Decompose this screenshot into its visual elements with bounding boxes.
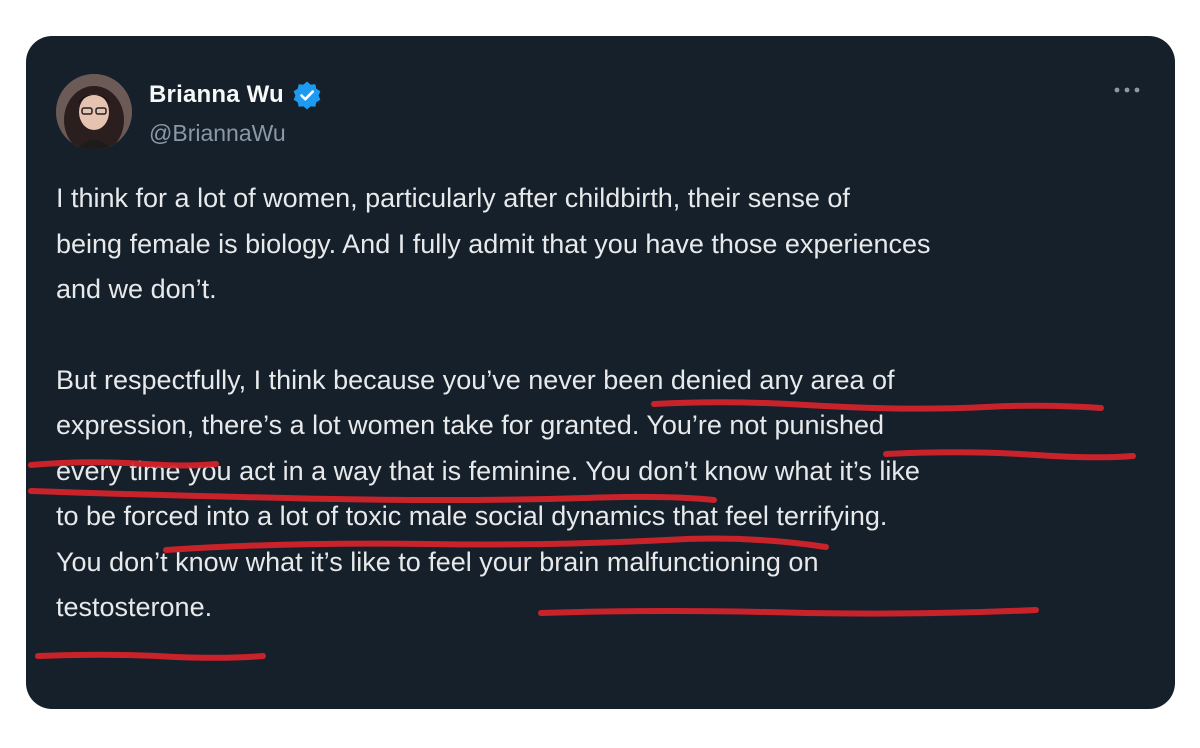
avatar[interactable] bbox=[56, 74, 132, 150]
tweet-paragraph-2: But respectfully, I think because you’ve… bbox=[56, 364, 920, 623]
author-handle[interactable]: @BriannaWu bbox=[149, 120, 286, 147]
more-options-icon bbox=[1114, 87, 1140, 93]
author-display-name[interactable]: Brianna Wu bbox=[149, 81, 284, 109]
more-options-button[interactable] bbox=[1109, 78, 1145, 102]
author-name-row[interactable]: Brianna Wu bbox=[149, 80, 322, 110]
verified-badge-icon bbox=[292, 80, 322, 110]
tweet-card[interactable]: Brianna Wu @BriannaWu I think for a lot … bbox=[26, 36, 1175, 709]
tweet-text: I think for a lot of women, particularly… bbox=[56, 176, 1156, 676]
tweet-paragraph-1: I think for a lot of women, particularly… bbox=[56, 183, 931, 304]
